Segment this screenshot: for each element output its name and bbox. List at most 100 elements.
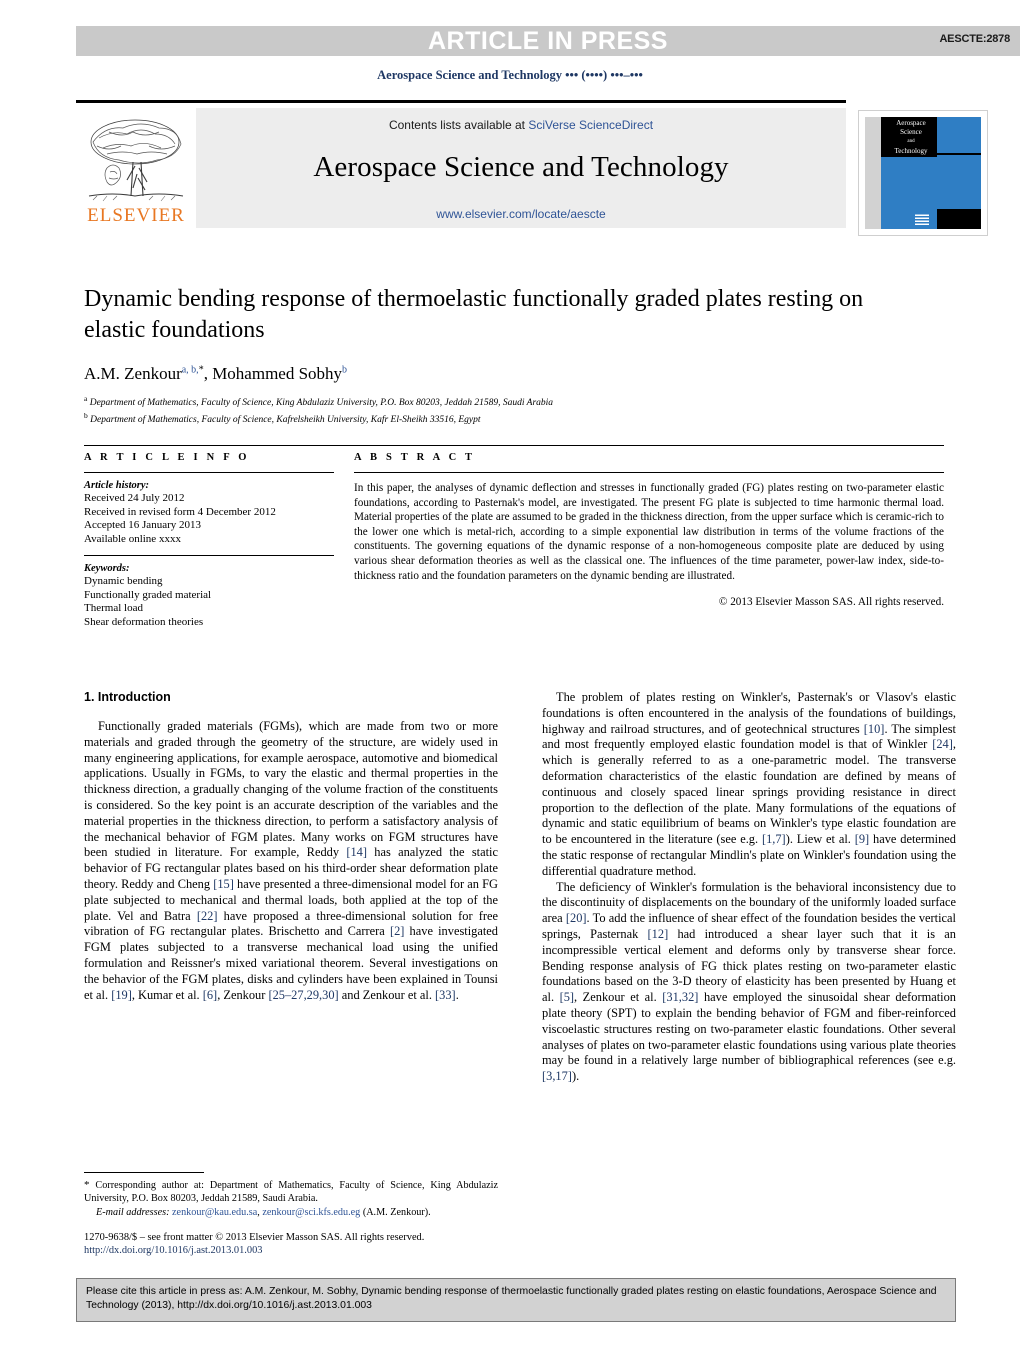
author-two-affil-marker: b [342,364,348,376]
email-link-primary[interactable]: zenkour@kau.edu.sa [172,1207,257,1218]
reference-citation[interactable]: [10] [864,722,885,736]
cover-right-panel-top [937,117,981,153]
affiliation-a: a Department of Mathematics, Faculty of … [84,393,884,409]
body-column-gap [498,690,542,1085]
footnote-block: * Corresponding author at: Department of… [84,1172,498,1257]
history-accepted: Accepted 16 January 2013 [84,519,201,531]
reference-citation[interactable]: [12] [648,927,669,941]
reference-citation[interactable]: [25–27,29,30] [268,988,338,1002]
reference-citation[interactable]: [1,7] [762,832,786,846]
affiliation-b-marker: b [84,411,88,421]
affiliation-a-marker: a [84,394,88,403]
body-left-column: 1. Introduction Functionally graded mate… [84,690,498,1085]
corresponding-author-text: Corresponding author at: Department of M… [84,1180,498,1204]
email-link-secondary[interactable]: zenkour@sci.kfs.edu.eg [262,1207,360,1218]
paragraph: Functionally graded materials (FGMs), wh… [84,719,498,1002]
contents-available-line: Contents lists available at SciVerse Sci… [196,118,846,132]
journal-band: Contents lists available at SciVerse Sci… [196,108,846,228]
reference-citation[interactable]: [5] [560,990,574,1004]
article-in-press-label: ARTICLE IN PRESS [428,27,668,55]
page-title: Dynamic bending response of thermoelasti… [84,286,864,343]
article-code-label: AESCTE:2878 [939,33,1010,45]
author-two-name: , Mohammed Sobhy [203,364,343,383]
article-info-divider-mid [84,555,334,556]
journal-url-link[interactable]: www.elsevier.com/locate/aescte [196,207,846,221]
journal-title: Aerospace Science and Technology [313,151,729,183]
reference-citation[interactable]: [24] [932,737,953,751]
corresponding-author-note: * Corresponding author at: Department of… [84,1179,498,1205]
abstract-column: A B S T R A C T In this paper, the analy… [354,452,944,629]
affiliation-b-text: Department of Mathematics, Faculty of Sc… [90,415,481,426]
citation-notice-box: Please cite this article in press as: A.… [76,1278,956,1322]
reference-citation[interactable]: [2] [390,924,404,938]
cover-title-line2: Science [900,127,922,136]
article-in-press-banner: ARTICLE IN PRESS AESCTE:2878 [76,26,1020,56]
contents-prefix: Contents lists available at [388,118,529,132]
body-columns: 1. Introduction Functionally graded mate… [84,690,956,1085]
author-one-name: A.M. Zenkour [84,364,182,383]
panel-top-divider [84,445,944,446]
elsevier-tree-icon [83,116,189,206]
cover-title-line3: Technology [894,146,928,155]
article-info-heading: A R T I C L E I N F O [84,452,250,463]
abstract-text: In this paper, the analyses of dynamic d… [354,482,944,582]
sciencedirect-link[interactable]: SciVerse ScienceDirect [528,118,653,132]
journal-running-head: Aerospace Science and Technology ••• (••… [377,68,643,82]
panel-columns: A R T I C L E I N F O Article history: R… [84,452,944,629]
cover-bottom-panel [937,209,981,229]
cover-title-line1: Aerospace [896,119,926,127]
history-revised: Received in revised form 4 December 2012 [84,505,276,518]
affiliations-block: a Department of Mathematics, Faculty of … [84,393,884,426]
keyword-item: Thermal load [84,602,143,614]
issn-line: 1270-9638/$ – see front matter © 2013 El… [84,1231,425,1243]
author-list: A.M. Zenkoura, b,*, Mohammed Sobhyb [84,364,884,384]
cover-spine [865,117,881,229]
abstract-copyright: © 2013 Elsevier Masson SAS. All rights r… [718,596,944,609]
cover-right-panel-bottom [937,155,981,209]
elsevier-logo: ELSEVIER [76,108,196,228]
article-history-label: Article history: [84,480,150,491]
reference-citation[interactable]: [33] [435,988,456,1002]
email-addresses-line: E-mail addresses: zenkour@kau.edu.sa, ze… [96,1207,431,1219]
affiliation-a-text: Department of Mathematics, Faculty of Sc… [89,398,554,409]
reference-citation[interactable]: [15] [213,877,234,891]
article-info-divider-top [84,472,334,473]
history-received: Received 24 July 2012 [84,492,185,504]
reference-citation[interactable]: [20] [566,911,587,925]
cover-title-text: Aerospace Science and Technology [883,119,939,155]
journal-cover-thumbnail: Aerospace Science and Technology [858,110,988,236]
body-right-column: The problem of plates resting on Winkler… [542,690,956,1085]
paragraph: The problem of plates resting on Winkler… [542,690,956,878]
elsevier-wordmark: ELSEVIER [87,205,185,226]
keyword-item: Shear deformation theories [84,615,204,628]
info-abstract-panel: A R T I C L E I N F O Article history: R… [84,445,944,629]
masthead-divider [76,100,846,103]
reference-citation[interactable]: [19] [111,988,132,1002]
paragraph: The deficiency of Winkler's formulation … [542,879,956,1084]
abstract-heading: A B S T R A C T [354,452,476,463]
section-heading-introduction: 1. Introduction [84,690,171,704]
masthead-inner: ELSEVIER Contents lists available at Sci… [76,108,988,236]
keyword-item: Dynamic bending [84,575,163,587]
footnote-divider [84,1172,204,1173]
footnote-star-marker: * [84,1179,90,1191]
history-online: Available online xxxx [84,532,181,545]
keywords-label: Keywords: [84,563,130,574]
reference-citation[interactable]: [9] [855,832,869,846]
reference-citation[interactable]: [6] [203,988,217,1002]
abstract-divider [354,472,944,473]
email-attribution: (A.M. Zenkour). [362,1207,431,1219]
panel-column-gap [334,452,354,629]
email-label: E-mail addresses: [96,1207,170,1219]
reference-citation[interactable]: [31,32] [662,990,698,1004]
reference-citation[interactable]: [3,17] [542,1069,572,1083]
reference-citation[interactable]: [14] [346,845,367,859]
keyword-item: Functionally graded material [84,588,212,601]
cover-barcode-mark [915,213,929,225]
cover-title-and: and [907,139,915,144]
reference-citation[interactable]: [22] [197,909,218,923]
article-info-column: A R T I C L E I N F O Article history: R… [84,452,334,629]
doi-link[interactable]: http://dx.doi.org/10.1016/j.ast.2013.01.… [84,1245,498,1258]
citation-notice-text: Please cite this article in press as: A.… [86,1286,937,1311]
affiliation-b: b Department of Mathematics, Faculty of … [84,410,884,426]
